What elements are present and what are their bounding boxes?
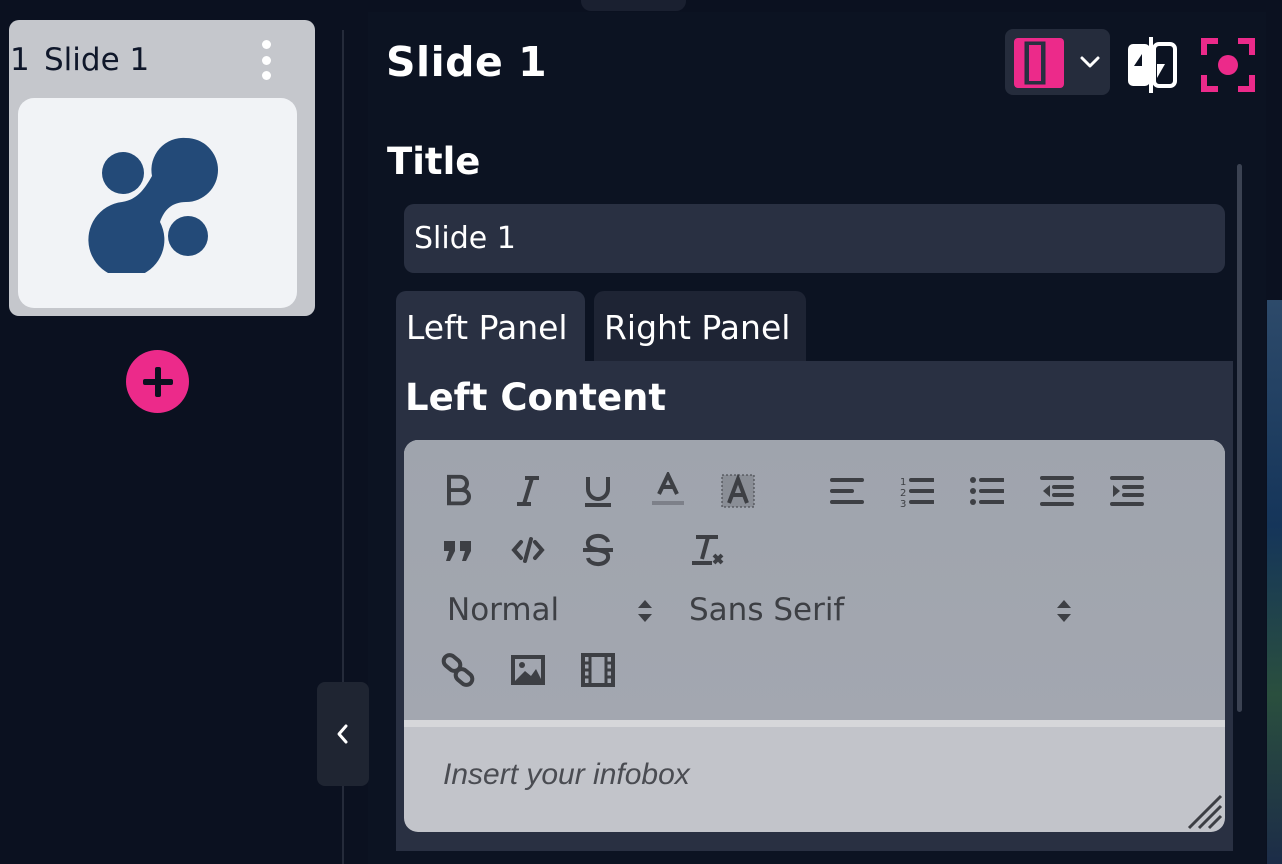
layout-select[interactable] (1005, 29, 1110, 95)
bold-icon[interactable] (439, 472, 477, 510)
select-arrows-icon (1057, 600, 1071, 622)
chevron-left-icon (337, 724, 348, 744)
slide-thumbnail[interactable] (18, 98, 297, 308)
strikethrough-icon[interactable] (579, 531, 617, 569)
tab-left-panel[interactable]: Left Panel (396, 291, 585, 363)
toolbar-separator (404, 720, 1225, 727)
underline-icon[interactable] (579, 472, 617, 510)
collapse-sidebar-button[interactable] (317, 682, 369, 786)
logo-icon (87, 137, 218, 273)
focus-target-icon[interactable] (1200, 37, 1256, 93)
slide-number: 1 (10, 42, 30, 78)
outdent-icon[interactable] (1038, 472, 1076, 510)
blockquote-icon[interactable] (439, 531, 477, 569)
content-label: Left Content (405, 376, 667, 419)
title-label: Title (387, 140, 481, 183)
editor-placeholder[interactable]: Insert your infobox (443, 758, 690, 792)
slide-name: Slide 1 (44, 42, 150, 78)
title-input[interactable] (404, 204, 1225, 273)
ordered-list-icon[interactable]: 123 (898, 472, 936, 510)
resize-grip-icon[interactable] (1185, 792, 1223, 830)
slide-card[interactable]: 1 Slide 1 (9, 20, 315, 316)
rich-text-editor: 123 Normal Sans Serif Insert your infobo… (404, 440, 1225, 832)
indent-icon[interactable] (1108, 472, 1146, 510)
svg-text:1: 1 (900, 477, 906, 488)
header-select-value: Normal (447, 592, 560, 628)
swap-panels-icon[interactable] (1124, 36, 1179, 94)
italic-icon[interactable] (509, 472, 547, 510)
background-image-edge (1267, 300, 1282, 864)
align-left-icon[interactable] (828, 472, 866, 510)
select-arrows-icon (638, 600, 652, 622)
image-icon[interactable] (509, 651, 547, 689)
link-icon[interactable] (439, 651, 477, 689)
svg-text:2: 2 (900, 488, 906, 499)
font-select-value: Sans Serif (689, 592, 845, 628)
code-icon[interactable] (509, 531, 547, 569)
editor-toolbar: 123 Normal Sans Serif (404, 440, 1225, 720)
plus-icon (142, 366, 173, 397)
tab-right-panel[interactable]: Right Panel (594, 291, 806, 363)
chevron-down-icon (1080, 56, 1100, 68)
video-icon[interactable] (579, 651, 617, 689)
kebab-menu-icon[interactable] (254, 40, 278, 80)
clear-format-icon[interactable] (688, 531, 726, 569)
svg-text:3: 3 (900, 499, 906, 508)
top-handle[interactable] (581, 0, 686, 11)
two-panel-layout-icon (1014, 38, 1064, 88)
add-slide-button[interactable] (126, 350, 189, 413)
scrollbar[interactable] (1237, 164, 1242, 712)
text-color-icon[interactable] (649, 470, 687, 508)
page-title: Slide 1 (386, 38, 548, 86)
background-color-icon[interactable] (719, 472, 757, 510)
bullet-list-icon[interactable] (968, 472, 1006, 510)
